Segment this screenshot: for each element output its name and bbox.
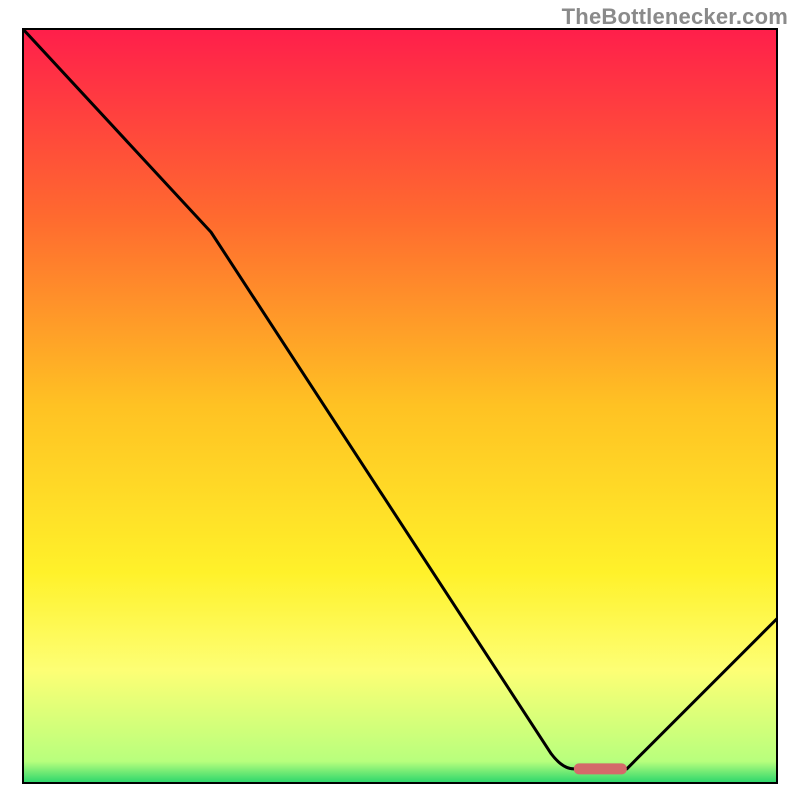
plot-area bbox=[22, 28, 778, 784]
bottleneck-chart bbox=[22, 28, 778, 784]
figure-container: TheBottlenecker.com bbox=[0, 0, 800, 800]
optimal-marker bbox=[574, 763, 627, 774]
gradient-background bbox=[22, 28, 778, 784]
watermark-text: TheBottlenecker.com bbox=[562, 4, 788, 30]
